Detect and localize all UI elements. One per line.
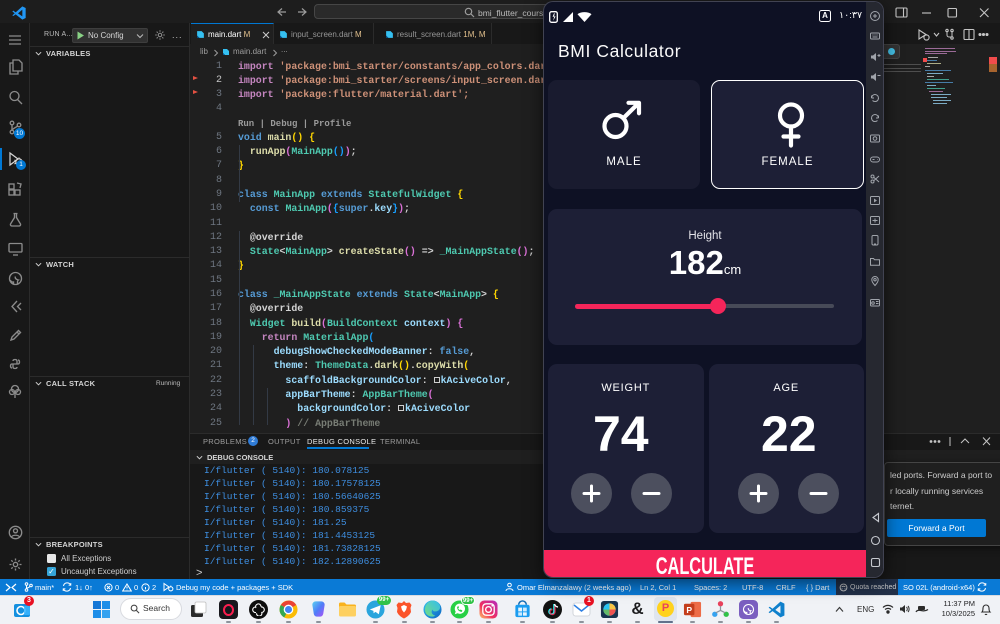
svg-text:P: P bbox=[686, 605, 692, 615]
